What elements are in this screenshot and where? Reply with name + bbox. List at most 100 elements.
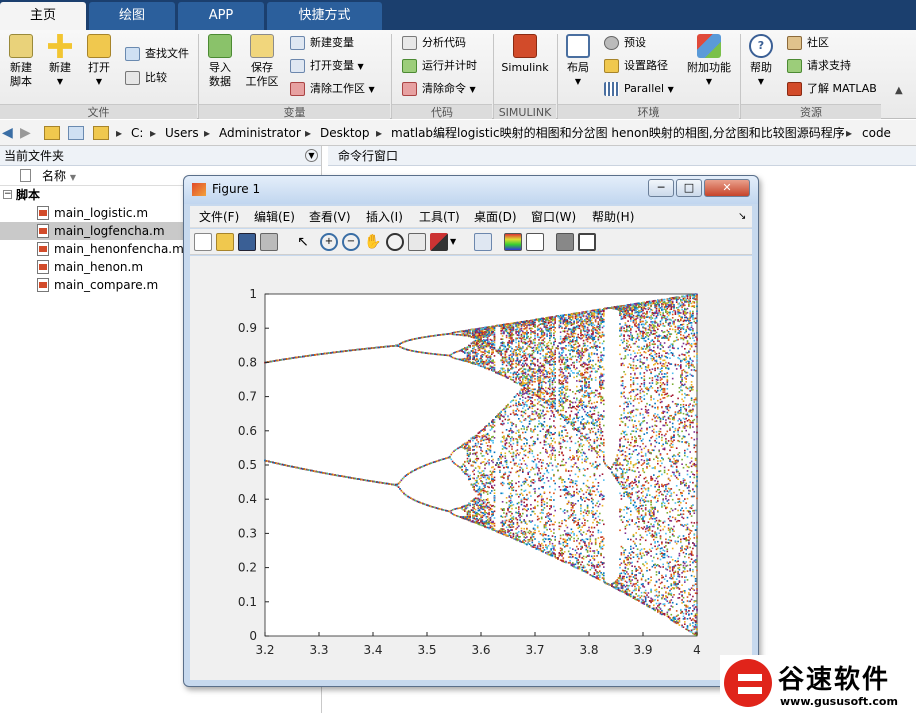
data-cursor-icon[interactable] bbox=[408, 233, 426, 251]
hide-plot-tools-icon[interactable] bbox=[556, 233, 574, 251]
new-button[interactable]: 新建 ▼ bbox=[44, 34, 76, 89]
path-segment[interactable]: Desktop bbox=[320, 120, 370, 146]
chevron-down-icon[interactable]: ▼ bbox=[450, 233, 458, 251]
data-point bbox=[432, 506, 435, 508]
community-button[interactable]: 社区 bbox=[787, 33, 829, 53]
layout-button[interactable]: 布局 ▼ bbox=[563, 34, 593, 89]
preferences-button[interactable]: 预设 bbox=[604, 33, 646, 53]
open-file-icon[interactable] bbox=[216, 233, 234, 251]
help-button[interactable]: ? 帮助 ▼ bbox=[746, 34, 776, 89]
menu-tools[interactable]: 工具(T) bbox=[419, 206, 460, 228]
data-point bbox=[408, 349, 411, 351]
data-point bbox=[512, 518, 515, 521]
close-button[interactable]: ✕ bbox=[704, 179, 750, 197]
compare-button[interactable]: 比较 bbox=[125, 68, 167, 88]
up-folder-icon[interactable] bbox=[44, 126, 60, 140]
pointer-icon[interactable]: ↖ bbox=[294, 233, 312, 251]
path-segment[interactable]: Administrator bbox=[219, 120, 301, 146]
rotate-3d-icon[interactable] bbox=[386, 233, 404, 251]
clear-workspace-button[interactable]: 清除工作区 ▼ bbox=[290, 79, 375, 99]
open-button[interactable]: 打开 ▼ bbox=[82, 34, 116, 89]
zoom-in-icon[interactable]: + bbox=[320, 233, 338, 251]
minimize-button[interactable]: ─ bbox=[648, 179, 674, 197]
data-point bbox=[508, 433, 511, 436]
plus-icon bbox=[48, 34, 72, 58]
pan-hand-icon[interactable]: ✋ bbox=[364, 233, 382, 251]
collapse-icon[interactable]: − bbox=[3, 190, 12, 199]
tab-apps[interactable]: APP bbox=[178, 2, 264, 30]
collapse-ribbon-icon[interactable]: ▲ bbox=[895, 85, 903, 96]
data-point bbox=[505, 328, 508, 331]
brush-icon[interactable] bbox=[430, 233, 448, 251]
path-segment[interactable]: matlab编程logistic映射的相图和分岔图 henon映射的相图,分岔图… bbox=[391, 120, 844, 146]
browse-folder-icon[interactable] bbox=[68, 126, 84, 140]
data-point bbox=[473, 336, 475, 339]
save-workspace-button[interactable]: 保存 工作区 bbox=[243, 34, 281, 89]
find-files-button[interactable]: 查找文件 bbox=[125, 44, 189, 64]
data-point bbox=[516, 502, 519, 505]
clear-commands-button[interactable]: 清除命令 ▼ bbox=[402, 79, 476, 99]
data-point bbox=[524, 342, 527, 344]
data-point bbox=[314, 470, 316, 473]
request-support-button[interactable]: 请求支持 bbox=[787, 56, 851, 76]
data-point bbox=[476, 479, 478, 482]
data-point bbox=[522, 468, 524, 471]
learn-matlab-button[interactable]: 了解 MATLAB bbox=[787, 79, 877, 99]
data-point bbox=[303, 355, 305, 358]
menu-view[interactable]: 查看(V) bbox=[309, 206, 351, 228]
tab-shortcuts[interactable]: 快捷方式 bbox=[267, 2, 382, 30]
new-script-button[interactable]: 新建 脚本 bbox=[4, 34, 38, 89]
data-point bbox=[478, 446, 481, 448]
legend-icon[interactable] bbox=[526, 233, 544, 251]
figure-titlebar[interactable]: Figure 1 ─ □ ✕ bbox=[184, 176, 758, 204]
tab-home[interactable]: 主页 bbox=[0, 2, 86, 30]
data-point bbox=[524, 445, 527, 447]
data-point bbox=[527, 335, 529, 338]
maximize-button[interactable]: □ bbox=[676, 179, 702, 197]
data-point bbox=[520, 367, 523, 370]
menu-help[interactable]: 帮助(H) bbox=[592, 206, 634, 228]
parallel-button[interactable]: Parallel ▼ bbox=[604, 79, 674, 99]
data-point bbox=[538, 339, 540, 341]
menu-desktop[interactable]: 桌面(D) bbox=[474, 206, 517, 228]
path-segment[interactable]: C: bbox=[131, 120, 143, 146]
link-plot-icon[interactable] bbox=[474, 233, 492, 251]
set-path-button[interactable]: 设置路径 bbox=[604, 56, 668, 76]
bifurcation-plot[interactable]: 3.2 3.3 3.4 3.5 3.6 3.7 3.8 3.9 400.10.20.30.40.… bbox=[190, 256, 752, 680]
data-point bbox=[532, 362, 535, 365]
data-point bbox=[532, 349, 535, 352]
run-and-time-button[interactable]: 运行并计时 bbox=[402, 56, 477, 76]
menu-window[interactable]: 窗口(W) bbox=[531, 206, 576, 228]
print-icon[interactable] bbox=[260, 233, 278, 251]
data-point bbox=[495, 371, 497, 374]
forward-arrow-icon[interactable]: ▶ bbox=[20, 120, 31, 146]
path-segment[interactable]: Users bbox=[165, 120, 199, 146]
back-arrow-icon[interactable]: ◀ bbox=[2, 120, 13, 146]
simulink-button[interactable]: Simulink bbox=[500, 34, 550, 75]
dock-icon[interactable]: ↘ bbox=[738, 206, 746, 228]
menu-insert[interactable]: 插入(I) bbox=[366, 206, 403, 228]
import-data-button[interactable]: 导入 数据 bbox=[204, 34, 236, 89]
data-point bbox=[504, 471, 507, 474]
panel-menu-icon[interactable]: ▼ bbox=[305, 149, 318, 162]
tab-plots[interactable]: 绘图 bbox=[89, 2, 175, 30]
new-variable-button[interactable]: 新建变量 bbox=[290, 33, 354, 53]
analyze-code-button[interactable]: 分析代码 bbox=[402, 33, 466, 53]
data-point bbox=[441, 508, 443, 511]
data-point bbox=[532, 325, 535, 327]
figure-window[interactable]: Figure 1 ─ □ ✕ 文件(F) 编辑(E) 查看(V) 插入(I) 工… bbox=[183, 175, 759, 687]
show-plot-tools-icon[interactable] bbox=[578, 233, 596, 251]
figure-toolbar: ↖ + − ✋ ▼ bbox=[190, 229, 752, 255]
menu-edit[interactable]: 编辑(E) bbox=[254, 206, 295, 228]
colorbar-icon[interactable] bbox=[504, 233, 522, 251]
open-variable-button[interactable]: 打开变量 ▼ bbox=[290, 56, 364, 76]
data-point bbox=[536, 373, 539, 375]
save-icon[interactable] bbox=[238, 233, 256, 251]
zoom-out-icon[interactable]: − bbox=[342, 233, 360, 251]
data-point bbox=[524, 373, 527, 375]
figure-canvas[interactable]: 3.2 3.3 3.4 3.5 3.6 3.7 3.8 3.9 4 0 0.1 0.2 0.3 0.4 0.… bbox=[190, 256, 752, 680]
addons-button[interactable]: 附加功能 ▼ bbox=[685, 34, 733, 89]
path-segment[interactable]: code bbox=[862, 120, 891, 146]
new-figure-icon[interactable] bbox=[194, 233, 212, 251]
menu-file[interactable]: 文件(F) bbox=[199, 206, 239, 228]
